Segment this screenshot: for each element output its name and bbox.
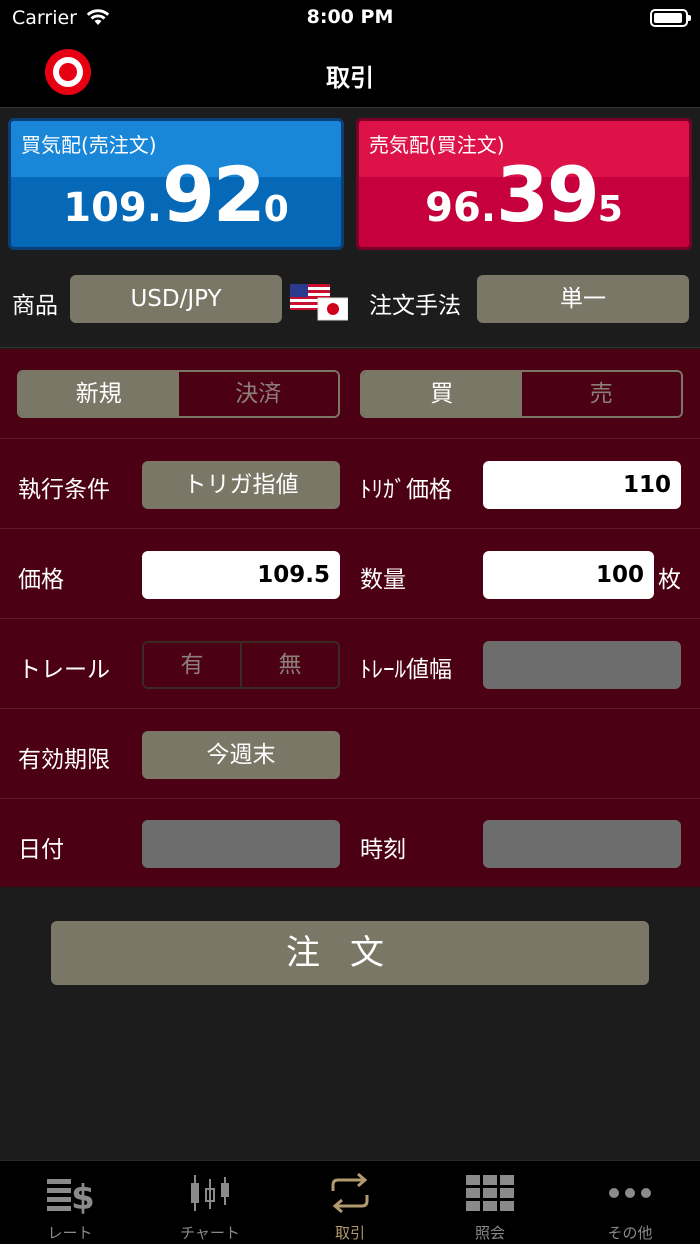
tab-rate[interactable]: $ レート	[0, 1161, 140, 1244]
trail-width-input[interactable]	[483, 641, 681, 689]
trigger-price-label: ﾄﾘｶﾞ価格	[360, 477, 452, 503]
trade-type-settle-option[interactable]: 決済	[178, 372, 338, 416]
trail-on-option[interactable]: 有	[144, 643, 240, 687]
quote-panel: 買気配(売注文) 109.920 売気配(買注文) 96.395	[0, 108, 700, 258]
trade-type-segment: 新規 決済	[17, 370, 340, 418]
execution-select[interactable]: トリガ指値	[142, 461, 340, 509]
trail-label: トレール	[18, 657, 110, 683]
order-button[interactable]: 注文	[51, 921, 649, 985]
price-label: 価格	[18, 567, 64, 593]
rate-icon: $	[47, 1178, 95, 1215]
quantity-unit: 枚	[658, 567, 681, 593]
svg-text:$: $	[71, 1178, 95, 1215]
type-side-row: 新規 決済 買 売	[0, 349, 700, 439]
order-form: 新規 決済 買 売 執行条件 トリガ指値 ﾄﾘｶﾞ価格 110 価格 109.5…	[0, 349, 700, 887]
trade-type-new-option[interactable]: 新規	[19, 372, 179, 416]
tab-chart-label: チャート	[180, 1224, 240, 1242]
price-row: 価格 109.5 数量 100 枚	[0, 529, 700, 619]
tab-trade[interactable]: 取引	[280, 1161, 420, 1244]
trail-row: トレール 有 無 ﾄﾚｰﾙ値幅	[0, 619, 700, 709]
battery-icon	[650, 9, 691, 27]
tab-inquiry-label: 照会	[474, 1224, 505, 1242]
bid-quote-button[interactable]: 買気配(売注文) 109.920	[8, 118, 344, 250]
ask-price: 96.395	[359, 150, 689, 239]
nav-bar: 取引	[0, 40, 700, 108]
price-input[interactable]: 109.5	[142, 551, 340, 599]
expiry-row: 有効期限 今週末	[0, 709, 700, 799]
trade-icon	[331, 1172, 369, 1214]
trail-width-label: ﾄﾚｰﾙ値幅	[360, 657, 452, 683]
time-input[interactable]	[483, 820, 681, 868]
trail-segment: 有 無	[142, 641, 340, 689]
order-method-select[interactable]: 単一	[477, 275, 689, 323]
date-input[interactable]	[142, 820, 340, 868]
quantity-input[interactable]: 100	[483, 551, 654, 599]
tab-more-label: その他	[607, 1224, 653, 1242]
clock: 8:00 PM	[306, 6, 394, 28]
date-time-row: 日付 時刻	[0, 799, 700, 889]
tab-chart[interactable]: チャート	[140, 1161, 280, 1244]
date-label: 日付	[18, 837, 64, 863]
time-label: 時刻	[360, 837, 406, 863]
trigger-price-input[interactable]: 110	[483, 461, 681, 509]
product-select[interactable]: USD/JPY	[70, 275, 282, 323]
execution-row: 執行条件 トリガ指値 ﾄﾘｶﾞ価格 110	[0, 439, 700, 529]
tab-rate-label: レート	[47, 1224, 93, 1242]
ask-price-tail: 5	[597, 189, 623, 230]
tab-more[interactable]: その他	[560, 1161, 700, 1244]
expiry-select[interactable]: 今週末	[142, 731, 340, 779]
bid-price-main: 92	[161, 150, 266, 239]
side-sell-option[interactable]: 売	[521, 372, 681, 416]
us-jp-flag-icon	[290, 284, 348, 321]
page-title: 取引	[326, 64, 374, 92]
chart-icon	[191, 1175, 229, 1211]
tab-trade-label: 取引	[334, 1224, 365, 1242]
order-method-label: 注文手法	[369, 293, 461, 319]
trail-off-option[interactable]: 無	[240, 643, 338, 687]
bid-price-tail: 0	[263, 189, 289, 230]
ask-quote-button[interactable]: 売気配(買注文) 96.395	[356, 118, 692, 250]
ask-price-main: 39	[496, 150, 600, 239]
ask-price-prefix: 96.	[425, 185, 497, 231]
expiry-label: 有効期限	[18, 747, 110, 773]
quantity-label: 数量	[360, 567, 406, 593]
execution-label: 執行条件	[18, 477, 110, 503]
grid-icon	[466, 1175, 514, 1211]
tab-bar: $ レート チャート 取引 照会 その他	[0, 1160, 700, 1244]
side-buy-option[interactable]: 買	[362, 372, 522, 416]
status-bar: Carrier 8:00 PM	[0, 0, 700, 40]
side-segment: 買 売	[360, 370, 683, 418]
product-label: 商品	[12, 293, 58, 319]
more-icon	[609, 1188, 651, 1198]
bid-price: 109.920	[11, 150, 341, 239]
bid-price-prefix: 109.	[63, 185, 162, 231]
product-row: 商品 USD/JPY 注文手法 単一	[0, 258, 700, 348]
tab-inquiry[interactable]: 照会	[420, 1161, 560, 1244]
